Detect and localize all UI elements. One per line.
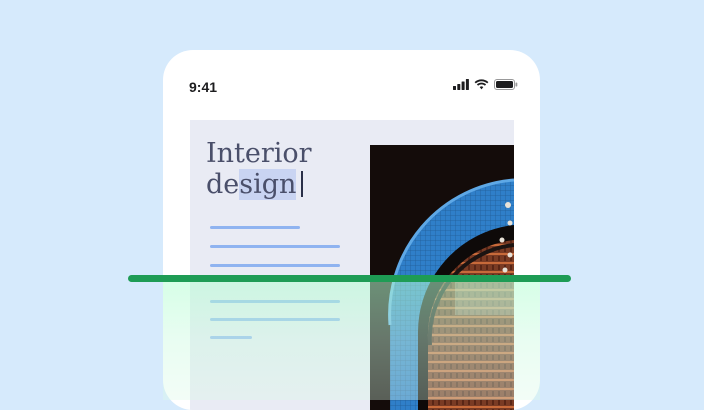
scan-overlay xyxy=(163,279,540,400)
text-placeholder-line xyxy=(210,245,340,248)
status-time: 9:41 xyxy=(189,79,218,95)
title-text-plain: de xyxy=(206,169,240,200)
status-icons xyxy=(453,79,518,90)
title-line-1: Interior xyxy=(206,138,312,169)
cellular-signal-icon xyxy=(453,79,469,90)
battery-icon xyxy=(494,79,518,90)
text-placeholder-line xyxy=(210,264,340,267)
scan-line xyxy=(128,275,571,282)
text-placeholder-line xyxy=(210,226,300,229)
title-line-2: design xyxy=(206,169,312,200)
wifi-icon xyxy=(474,79,489,90)
text-cursor xyxy=(301,171,304,197)
status-bar: 9:41 xyxy=(163,50,540,110)
document-title[interactable]: Interior design xyxy=(206,138,312,200)
selected-text[interactable]: sign xyxy=(239,169,297,200)
